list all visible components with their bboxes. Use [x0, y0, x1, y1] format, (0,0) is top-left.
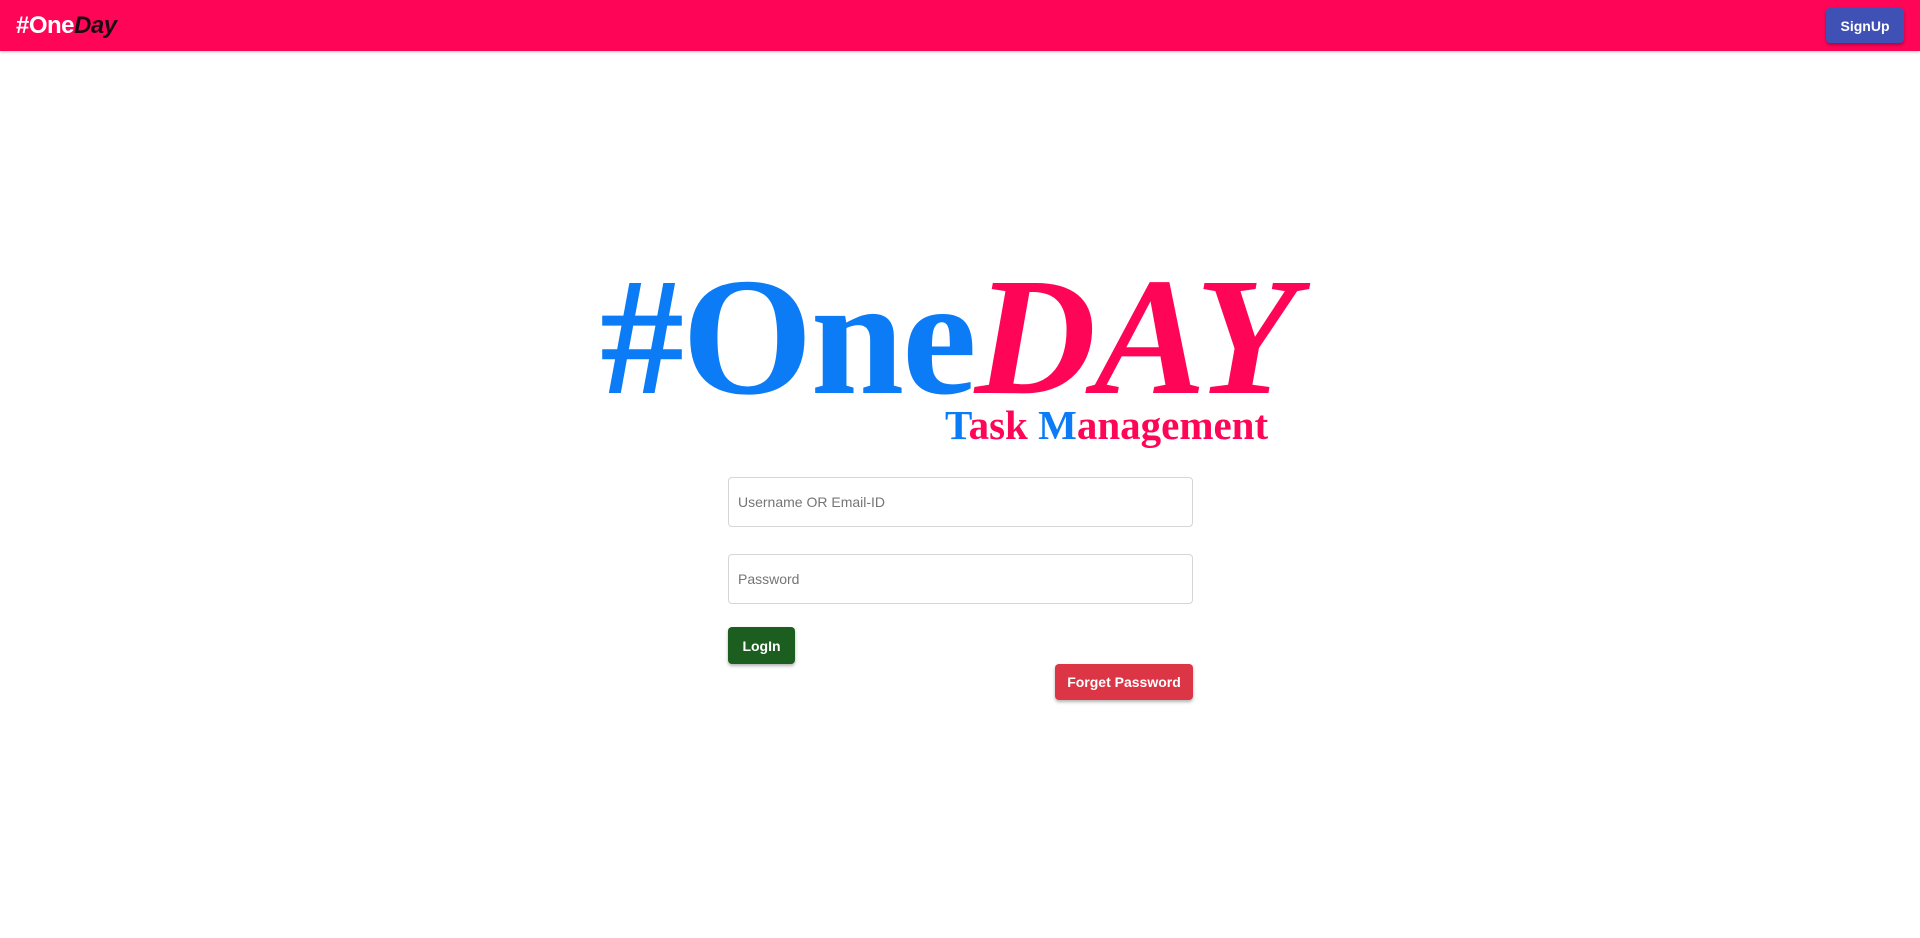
login-button[interactable]: LogIn	[728, 627, 795, 664]
logo-title: #OneDAY	[600, 253, 1297, 421]
password-input[interactable]	[728, 554, 1193, 604]
brand-logo[interactable]: #OneDay	[16, 12, 117, 40]
logo-subtitle-ask: ask	[968, 402, 1039, 448]
forget-password-button[interactable]: Forget Password	[1055, 664, 1193, 700]
brand-text-one: #One	[16, 12, 75, 39]
username-input[interactable]	[728, 477, 1193, 527]
top-navbar: #OneDay SignUp	[0, 0, 1920, 51]
hero-logo: #OneDAY Task Management	[600, 253, 1330, 452]
logo-subtitle-anagement: anagement	[1076, 402, 1269, 448]
signup-button[interactable]: SignUp	[1826, 8, 1904, 43]
brand-text-day: Day	[74, 12, 117, 39]
logo-subtitle: Task Management	[945, 402, 1268, 448]
logo-title-one: #One	[600, 244, 977, 430]
logo-subtitle-t: T	[945, 402, 969, 448]
logo-subtitle-m: M	[1038, 402, 1077, 448]
